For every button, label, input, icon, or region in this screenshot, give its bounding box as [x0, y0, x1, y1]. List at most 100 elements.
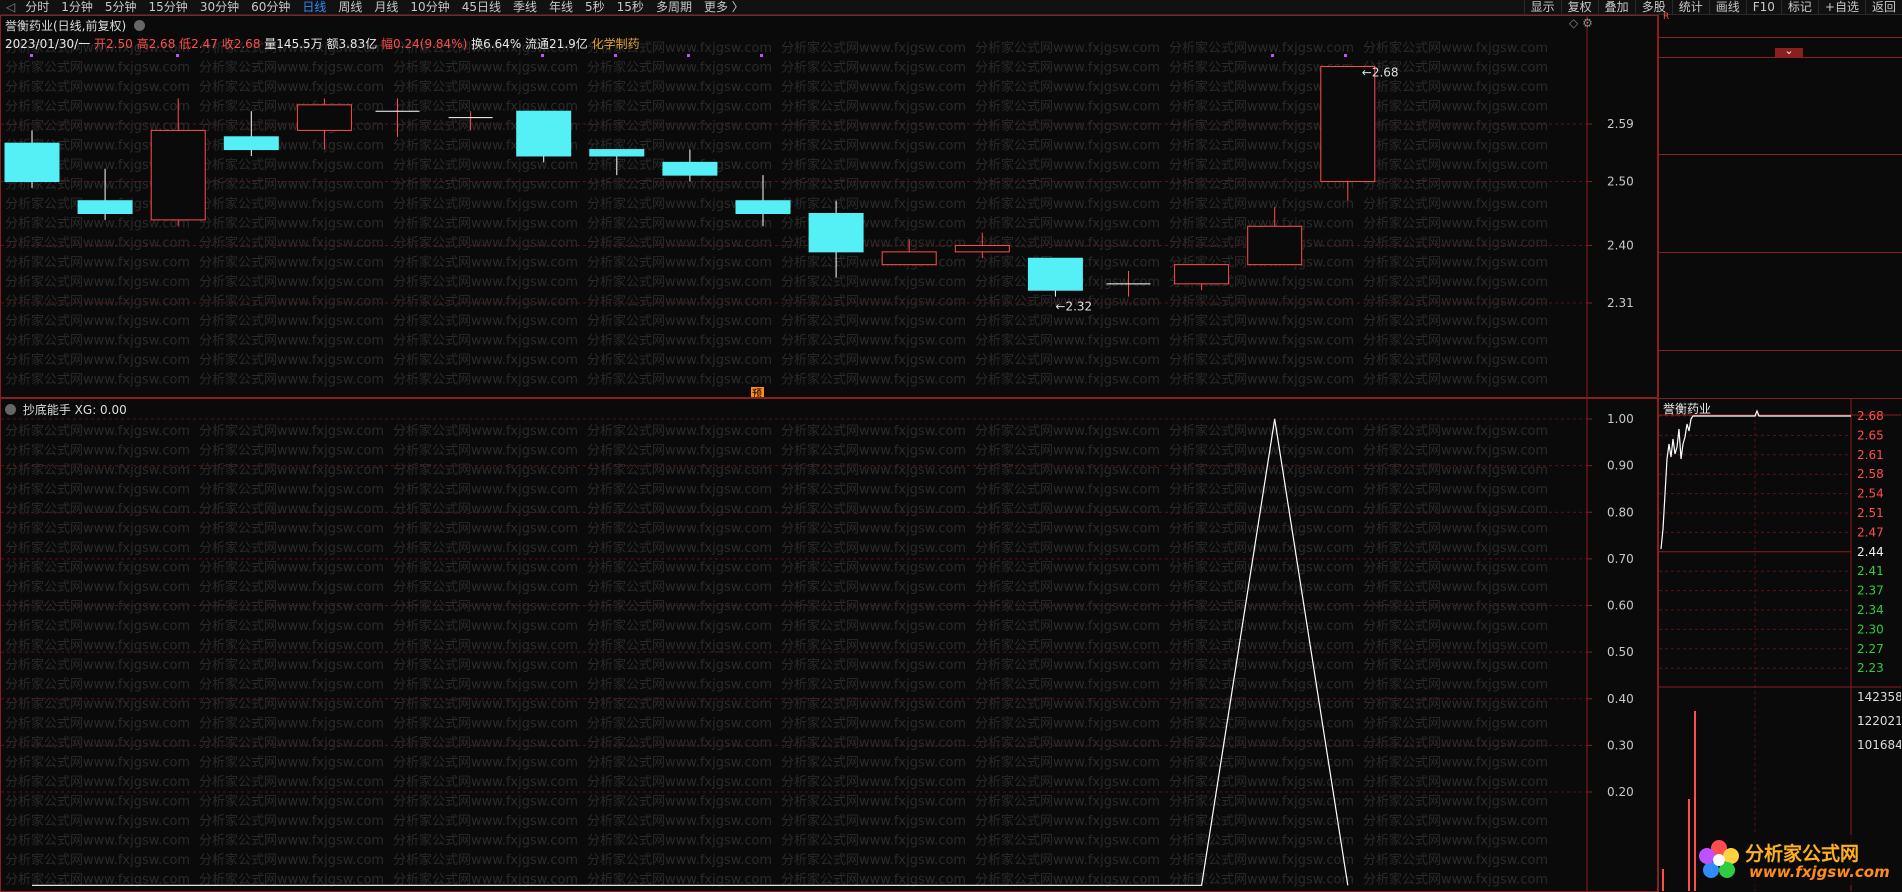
period-tab[interactable]: 季线: [507, 0, 543, 14]
watermark-text: 分析家公式网www.fxjgsw.com: [5, 501, 190, 517]
quote-stat-row: [1659, 254, 1902, 272]
watermark-text: 分析家公式网www.fxjgsw.com: [5, 638, 190, 654]
period-tab[interactable]: 年线: [543, 0, 579, 14]
period-tab[interactable]: 日线: [296, 0, 332, 14]
sell-level-row[interactable]: [1659, 59, 1902, 77]
toolbar-action-button[interactable]: 显示: [1523, 0, 1561, 14]
indicator-chart[interactable]: 分析家公式网www.fxjgsw.com 分析家公式网www.fxjgsw.com…: [1, 399, 1657, 891]
period-tab[interactable]: 30分钟: [194, 0, 245, 14]
mini-price-tick: 2.23: [1857, 661, 1884, 675]
watermark-text: 分析家公式网www.fxjgsw.com: [5, 352, 190, 368]
watermark-text: 分析家公式网www.fxjgsw.com: [199, 599, 384, 615]
watermark-text: 分析家公式网www.fxjgsw.com: [781, 138, 966, 154]
watermark-text: 分析家公式网www.fxjgsw.com: [975, 79, 1160, 95]
toolbar-action-button[interactable]: 统计: [1671, 0, 1709, 14]
watermark-text: 分析家公式网www.fxjgsw.com: [5, 716, 190, 732]
watermark-text: 分析家公式网www.fxjgsw.com: [393, 735, 578, 751]
watermark-text: 分析家公式网www.fxjgsw.com: [587, 352, 772, 368]
watermark-text: 分析家公式网www.fxjgsw.com: [587, 216, 772, 232]
toolbar-action-button[interactable]: 叠加: [1597, 0, 1635, 14]
period-tab[interactable]: 5分钟: [99, 0, 143, 14]
candle[interactable]: [1027, 257, 1083, 297]
watermark-text: 分析家公式网www.fxjgsw.com: [975, 677, 1160, 693]
watermark-text: 分析家公式网www.fxjgsw.com: [5, 255, 190, 271]
toolbar-action-button[interactable]: 画线: [1708, 0, 1746, 14]
watermark-text: 分析家公式网www.fxjgsw.com: [1169, 423, 1354, 439]
mini-price-tick: 2.30: [1857, 622, 1884, 636]
y-tick-label: 0.60: [1607, 599, 1634, 613]
back-arrow-icon[interactable]: ◁: [0, 0, 19, 14]
watermark-text: 分析家公式网www.fxjgsw.com: [199, 118, 384, 134]
period-tab[interactable]: 周线: [332, 0, 368, 14]
candle-body: [4, 142, 60, 183]
watermark-text: 分析家公式网www.fxjgsw.com: [1169, 482, 1354, 498]
sell-level-row[interactable]: [1659, 97, 1902, 115]
watermark-text: 分析家公式网www.fxjgsw.com: [199, 579, 384, 595]
candle-body: [150, 129, 206, 221]
title-settings-icon[interactable]: [134, 20, 146, 31]
mini-price-tick: 2.51: [1857, 506, 1884, 520]
period-tab[interactable]: 15秒: [611, 0, 650, 14]
buy-level-row[interactable]: [1659, 213, 1902, 231]
toolbar-action-button[interactable]: 标记: [1780, 0, 1818, 14]
buy-level-row[interactable]: [1659, 175, 1902, 193]
period-tab[interactable]: 更多 〉: [698, 0, 750, 14]
watermark-text: 分析家公式网www.fxjgsw.com: [781, 462, 966, 478]
toolbar-action-button[interactable]: 复权: [1560, 0, 1598, 14]
diamond-icon[interactable]: ◇: [1569, 16, 1578, 30]
candle[interactable]: [1320, 65, 1376, 201]
buy-level-row[interactable]: [1659, 194, 1902, 212]
watermark-text: 分析家公式网www.fxjgsw.com: [5, 333, 190, 349]
period-tab[interactable]: 45日线: [456, 0, 507, 14]
y-tick-label: 0.70: [1607, 552, 1634, 566]
signal-dot: [30, 54, 33, 57]
watermark-text: 分析家公式网www.fxjgsw.com: [1363, 333, 1548, 349]
watermark-text: 分析家公式网www.fxjgsw.com: [975, 852, 1160, 868]
buy-level-row[interactable]: [1659, 232, 1902, 250]
watermark-text: 分析家公式网www.fxjgsw.com: [199, 274, 384, 290]
period-tab[interactable]: 60分钟: [245, 0, 296, 14]
quote-stat-row: [1659, 292, 1902, 310]
watermark-text: 分析家公式网www.fxjgsw.com: [199, 813, 384, 829]
kline-chart[interactable]: 分析家公式网www.fxjgsw.com 分析家公式网www.fxjgsw.com…: [1, 16, 1657, 397]
toolbar-action-button[interactable]: 返回: [1864, 0, 1902, 14]
candle-body: [296, 104, 352, 131]
period-tab[interactable]: 1分钟: [55, 0, 99, 14]
sell-level-row[interactable]: [1659, 116, 1902, 134]
watermark-text: 分析家公式网www.fxjgsw.com: [1363, 852, 1548, 868]
watermark-text: 分析家公式网www.fxjgsw.com: [587, 177, 772, 193]
watermark-text: 分析家公式网www.fxjgsw.com: [975, 755, 1160, 771]
period-tab[interactable]: 10分钟: [404, 0, 455, 14]
watermark-text: 分析家公式网www.fxjgsw.com: [1169, 294, 1354, 310]
candle[interactable]: [77, 168, 133, 220]
period-tab[interactable]: 分时: [19, 0, 55, 14]
sell-level-row[interactable]: [1659, 135, 1902, 153]
period-tab[interactable]: 5秒: [579, 0, 611, 14]
candle-body: [516, 110, 572, 157]
buy-level-row[interactable]: [1659, 156, 1902, 174]
watermark-text: 分析家公式网www.fxjgsw.com: [5, 423, 190, 439]
candle[interactable]: [516, 110, 572, 163]
period-tab[interactable]: 多周期: [650, 0, 698, 14]
watermark-text: 分析家公式网www.fxjgsw.com: [5, 774, 190, 790]
mini-price-tick: 2.41: [1857, 564, 1884, 578]
watermark-text: 分析家公式网www.fxjgsw.com: [975, 443, 1160, 459]
period-tab[interactable]: 月线: [368, 0, 404, 14]
toolbar-action-button[interactable]: +自选: [1817, 0, 1865, 14]
mini-intraday-chart[interactable]: 2.68 2.65 2.61 2.58 2.54 2.51 2.47 2.44 2.41 2.37…: [1659, 399, 1901, 891]
indicator-title: 抄底能手: [22, 403, 71, 417]
info-low: 低2.47: [179, 37, 218, 51]
candle[interactable]: [150, 98, 206, 227]
watermark-text: 分析家公式网www.fxjgsw.com: [5, 274, 190, 290]
settings-icon[interactable]: ⚙: [1582, 16, 1593, 30]
sell-level-row[interactable]: [1659, 78, 1902, 96]
watermark-text: 分析家公式网www.fxjgsw.com: [1169, 716, 1354, 732]
period-tab[interactable]: 15分钟: [143, 0, 194, 14]
watermark-text: 分析家公式网www.fxjgsw.com: [393, 462, 578, 478]
indicator-settings-icon[interactable]: [5, 404, 16, 415]
watermark-text: 分析家公式网www.fxjgsw.com: [781, 423, 966, 439]
mini-price-tick: 2.54: [1857, 487, 1884, 501]
watermark-text: 分析家公式网www.fxjgsw.com: [1363, 462, 1548, 478]
toolbar-action-button[interactable]: F10: [1745, 0, 1781, 14]
watermark-text: 分析家公式网www.fxjgsw.com: [393, 677, 578, 693]
